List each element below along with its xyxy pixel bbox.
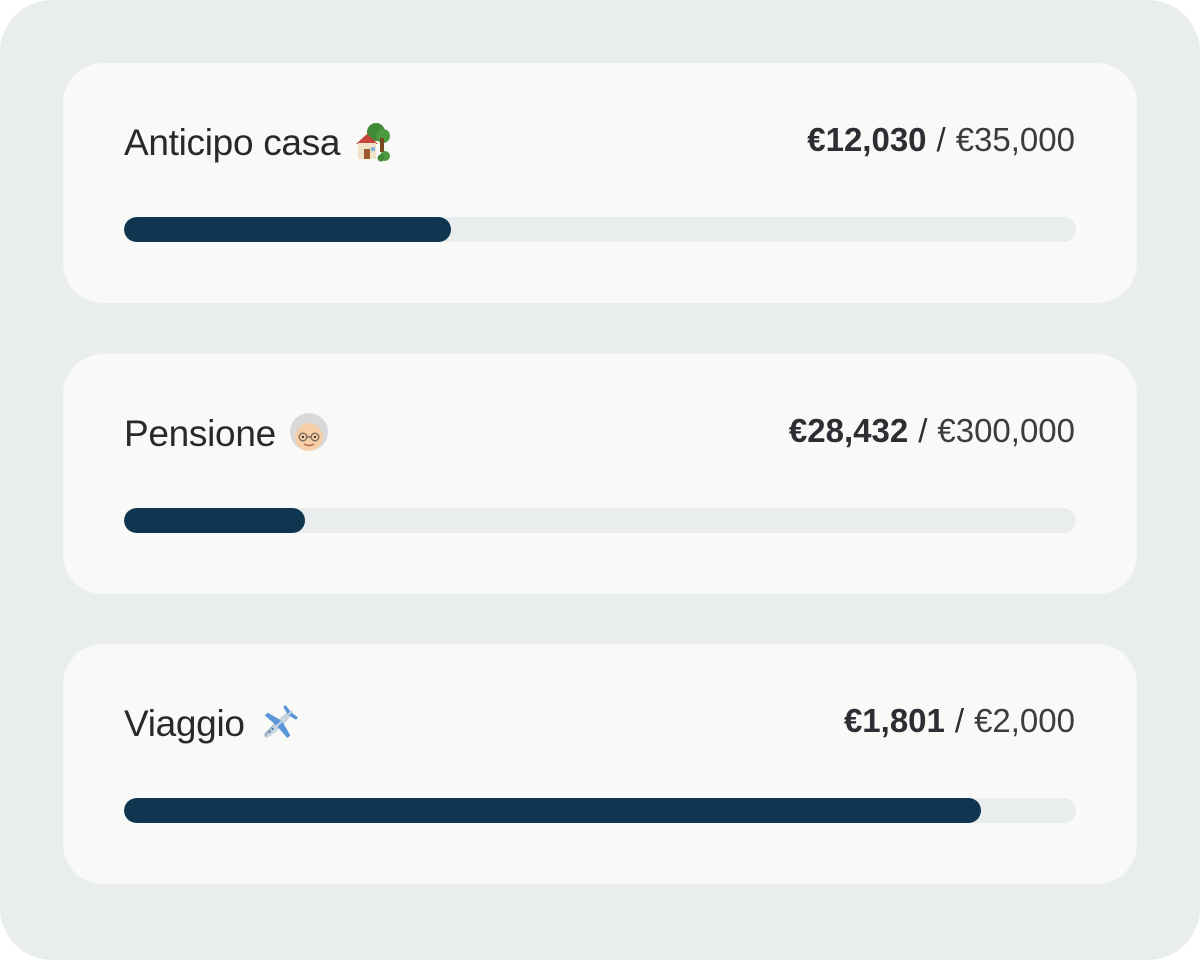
goal-progress-fill <box>124 798 982 823</box>
goal-target-amount: €35,000 <box>955 121 1075 158</box>
goal-title-row: Anticipo casa <box>124 115 394 171</box>
goal-current-amount: €1,801 <box>843 702 945 739</box>
goal-title: Viaggio <box>124 703 245 744</box>
goal-card-viaggio[interactable]: Viaggio €1,801 / €2,000 <box>63 644 1137 884</box>
airplane-icon <box>257 702 301 746</box>
goals-panel: Anticipo casa €12,030 / €35,000 Pensione… <box>0 0 1200 960</box>
goal-amount-separator: / <box>936 121 946 158</box>
goal-title-row: Viaggio <box>124 696 301 752</box>
goal-amount: €1,801 / €2,000 <box>844 696 1075 746</box>
goal-target-amount: €300,000 <box>937 412 1075 449</box>
goal-amount: €12,030 / €35,000 <box>807 115 1075 165</box>
goal-progress-bar <box>124 217 1076 242</box>
goal-progress-bar <box>124 798 1076 823</box>
house-with-garden-icon <box>352 122 394 164</box>
goal-progress-fill <box>124 217 452 242</box>
goal-amount: €28,432 / €300,000 <box>789 406 1075 456</box>
older-woman-icon <box>288 413 330 455</box>
goal-title: Anticipo casa <box>124 122 341 163</box>
goal-amount-separator: / <box>918 412 928 449</box>
goal-current-amount: €12,030 <box>807 121 927 158</box>
goal-title-row: Pensione <box>124 406 330 462</box>
goal-progress-bar <box>124 508 1076 533</box>
goal-current-amount: €28,432 <box>788 412 909 449</box>
goal-amount-separator: / <box>954 702 965 739</box>
goal-title: Pensione <box>124 413 276 454</box>
goal-progress-fill <box>124 508 305 533</box>
goal-target-amount: €2,000 <box>974 702 1075 739</box>
goal-card-anticipo-casa[interactable]: Anticipo casa €12,030 / €35,000 <box>63 63 1137 303</box>
goal-card-pensione[interactable]: Pensione €28,432 / €300,000 <box>63 354 1137 594</box>
